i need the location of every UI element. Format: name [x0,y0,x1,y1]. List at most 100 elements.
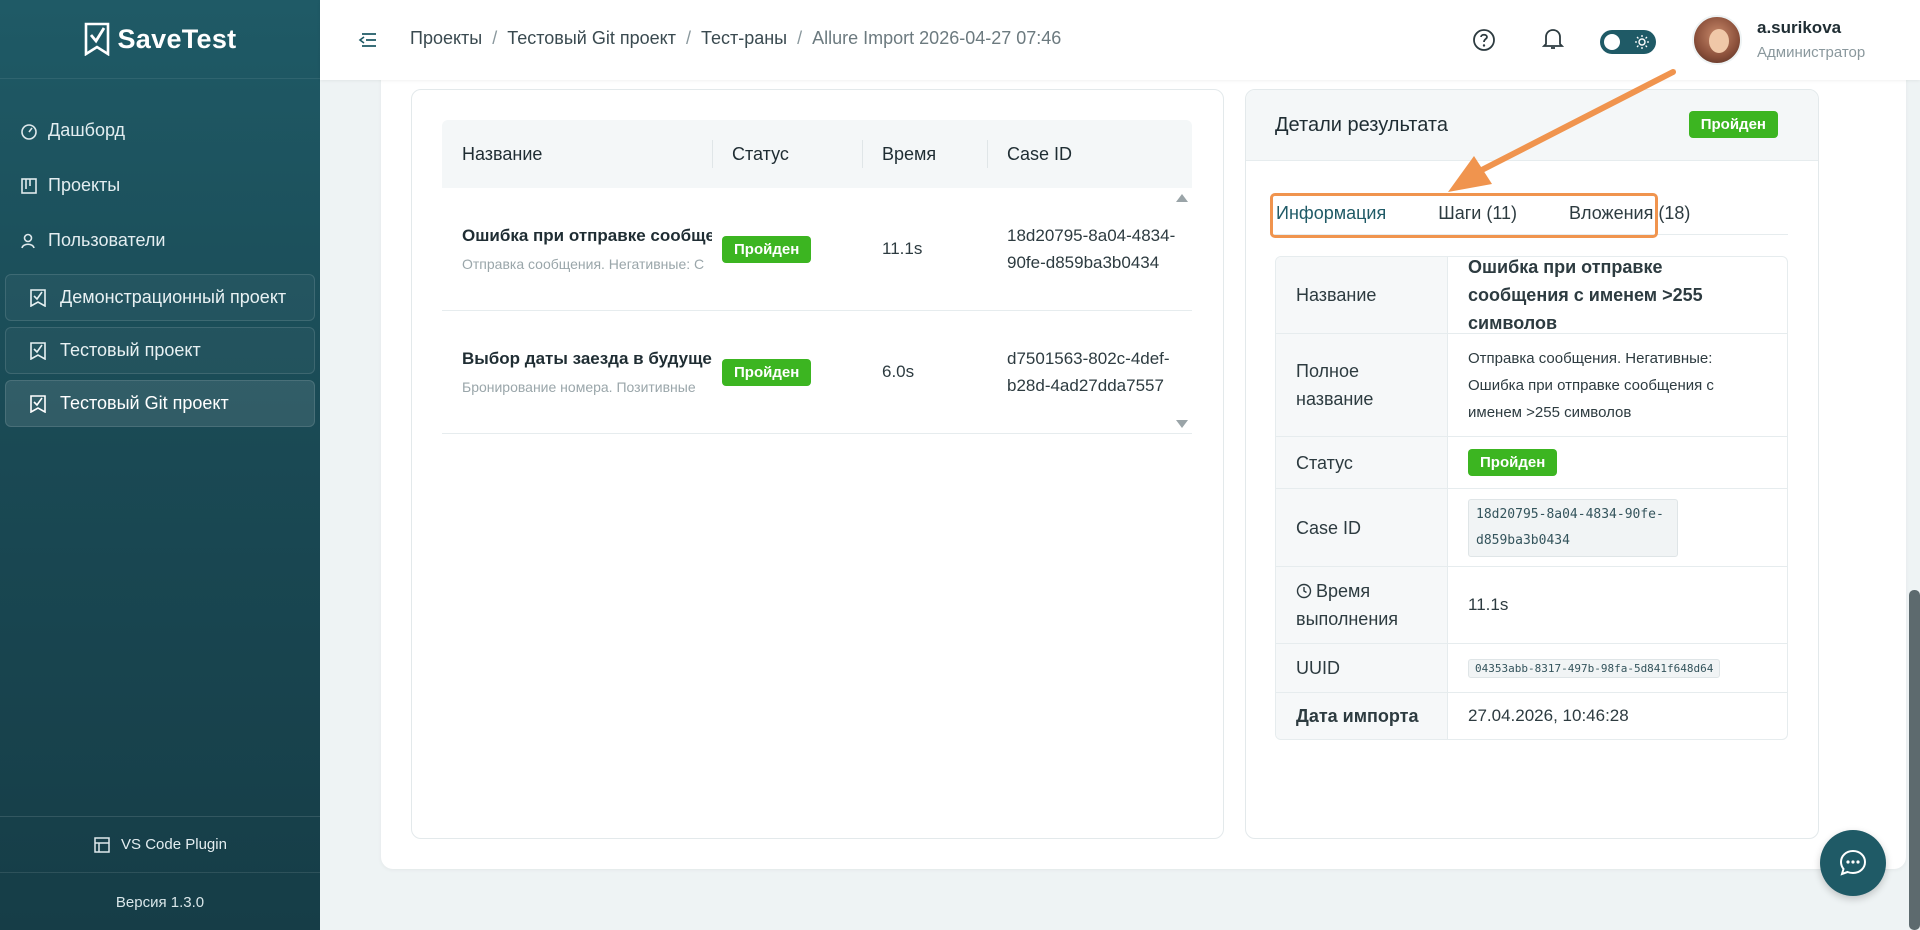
details-title: Детали результата [1275,114,1448,136]
users-icon [21,233,35,248]
info-value-cell: 04353abb-8317-497b-98fa-5d841f648d64 [1448,644,1787,692]
results-table-header: Название Статус Время Case ID [442,120,1192,188]
nav-label: Дашборд [48,120,126,140]
table-scrollbar[interactable] [1172,188,1192,434]
sidebar-project-git[interactable]: Тестовый Git проект [5,380,315,427]
info-row-case-id: Case ID 18d20795-8a04-4834-90fe-d859ba3b… [1276,488,1787,566]
results-table-body: Ошибка при отправке сообще Отправка сооб… [442,188,1192,434]
info-row-import-date: Дата импорта 27.04.2026, 10:46:28 [1276,692,1787,739]
menu-collapse-icon[interactable] [358,31,378,49]
project-icon [30,394,46,413]
bell-icon[interactable] [1542,27,1564,51]
nav-item-projects[interactable]: Проекты [0,158,320,213]
row-status-cell: Пройден [712,358,862,386]
chat-button[interactable] [1820,830,1886,896]
status-badge: Пройден [1468,449,1558,476]
projects-icon [21,177,37,194]
info-row-time: Время выполнения 11.1s [1276,566,1787,643]
nav-label: Проекты [48,175,121,195]
logo-icon [84,22,109,56]
breadcrumb-projects[interactable]: Проекты [410,28,482,49]
row-case-id-cell: 18d20795-8a04-4834-90fe-d859ba3b0434 [1007,226,1176,272]
project-label: Демонстрационный проект [60,287,287,307]
info-row-name: Название Ошибка при отправке сообщения с… [1276,257,1787,333]
scroll-down-icon[interactable] [1176,420,1188,428]
nav-label: Пользователи [48,230,166,250]
sidebar-project-demo[interactable]: Демонстрационный проект [5,274,315,321]
logo[interactable]: SaveTest [0,0,320,79]
uuid-code[interactable]: 04353abb-8317-497b-98fa-5d841f648d64 [1468,658,1721,678]
vscode-plugin-link[interactable]: VS Code Plugin [0,817,320,872]
column-header-time[interactable]: Время [862,120,987,188]
info-key: Case ID [1276,489,1448,566]
help-icon[interactable] [1472,28,1496,52]
info-key: Название [1276,257,1448,333]
case-title: Ошибка при отправке сообще [462,226,712,245]
annotation-arrow-icon [1448,69,1676,192]
info-key: Полное название [1276,334,1448,436]
info-key: Дата импорта [1276,693,1448,739]
breadcrumb: Проекты / Тестовый Git проект / Тест-ран… [410,28,1061,49]
plugin-icon [94,836,110,853]
row-time-cell: 11.1s [882,239,923,258]
info-value-cell: 18d20795-8a04-4834-90fe-d859ba3b0434 [1448,489,1787,566]
row-name-cell: Ошибка при отправке сообще Отправка сооб… [442,226,712,272]
theme-toggle[interactable] [1600,30,1656,54]
column-header-status[interactable]: Статус [712,120,862,188]
info-key-cell: Время выполнения [1276,567,1448,643]
sidebar-project-test[interactable]: Тестовый проект [5,327,315,374]
breadcrumb-separator: / [492,28,498,48]
column-header-name[interactable]: Название [442,120,712,188]
case-subtitle: Бронирование номера. Позитивные [462,379,696,395]
avatar-face [1709,29,1729,53]
sun-icon [1635,35,1649,49]
row-case-id-cell: d7501563-802c-4def-b28d-4ad27dda7557 [1007,349,1170,395]
info-value: Ошибка при отправке сообщения с именем >… [1468,257,1703,333]
row-name-cell: Выбор даты заезда в будущем Бронирование… [442,349,712,395]
info-row-uuid: UUID 04353abb-8317-497b-98fa-5d841f648d6… [1276,643,1787,692]
column-header-case-id[interactable]: Case ID [987,120,1192,188]
case-title: Выбор даты заезда в будущем [462,349,712,368]
details-status-badge: Пройден [1688,111,1778,138]
breadcrumb-project[interactable]: Тестовый Git проект [507,28,676,49]
toggle-knob [1604,34,1620,50]
info-key: Статус [1276,437,1448,488]
project-icon [30,341,46,360]
table-row[interactable]: Выбор даты заезда в будущем Бронирование… [442,311,1192,434]
info-row-status: Статус Пройден [1276,436,1787,488]
case-id-code[interactable]: 18d20795-8a04-4834-90fe-d859ba3b0434 [1468,498,1678,557]
details-info-table: Название Ошибка при отправке сообщения с… [1275,256,1788,740]
breadcrumb-current: Allure Import 2026-04-27 07:46 [812,28,1062,48]
nav-item-users[interactable]: Пользователи [0,213,320,268]
main-nav: Дашборд Проекты Пользователи [0,79,320,268]
row-status-cell: Пройден [712,235,862,263]
info-value: Отправка сообщения. Негативные: Ошибка п… [1468,349,1714,421]
plugin-label: VS Code Plugin [121,836,227,853]
info-value-cell: Пройден [1448,437,1787,488]
status-badge: Пройден [722,235,812,263]
case-subtitle: Отправка сообщения. Негативные: С [462,256,705,272]
breadcrumb-separator: / [797,28,803,48]
clock-icon [1296,583,1312,599]
page-scrollbar[interactable] [1909,590,1920,930]
chat-icon [1839,849,1867,876]
row-time-cell: 6.0s [882,362,915,381]
version-label: Версия 1.3.0 [0,872,320,930]
scroll-up-icon[interactable] [1176,194,1188,202]
tabs-highlight-box [1270,193,1658,238]
table-row[interactable]: Ошибка при отправке сообще Отправка сооб… [442,188,1192,311]
avatar[interactable] [1692,15,1742,65]
info-value: 11.1s [1468,595,1509,614]
app-name: SaveTest [117,23,237,54]
nav-item-dashboard[interactable]: Дашборд [0,103,320,158]
status-badge: Пройден [722,358,812,386]
dashboard-icon [21,123,37,140]
sidebar-footer: VS Code Plugin Версия 1.3.0 [0,816,320,930]
user-name[interactable]: a.surikova [1757,18,1841,38]
breadcrumb-separator: / [685,28,691,48]
breadcrumb-test-runs[interactable]: Тест-раны [701,28,787,49]
sidebar: SaveTest Дашборд Проекты Пользователи Де… [0,0,320,930]
user-role: Администратор [1757,44,1866,61]
project-label: Тестовый проект [60,340,201,360]
project-label: Тестовый Git проект [60,393,229,413]
